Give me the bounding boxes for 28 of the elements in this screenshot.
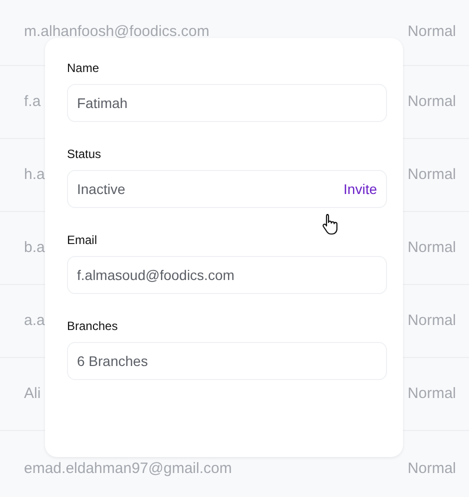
user-email: m.alhanfoosh@foodics.com <box>24 22 210 42</box>
input-field[interactable]: f.almasoud@foodics.com <box>67 256 387 294</box>
user-role: Normal <box>408 92 456 112</box>
user-email: b.a <box>24 238 45 258</box>
field-value: f.almasoud@foodics.com <box>77 266 234 284</box>
field-label: Branches <box>67 318 118 334</box>
user-role: Normal <box>408 238 456 258</box>
user-role: Normal <box>408 22 456 42</box>
user-email: f.a <box>24 92 41 112</box>
user-role: Normal <box>408 310 456 331</box>
user-email: Ali <box>24 384 41 404</box>
user-role: Normal <box>408 384 456 404</box>
user-role: Normal <box>408 458 456 479</box>
field-value: Inactive <box>77 180 126 198</box>
input-field[interactable]: Inactive Invite <box>67 170 387 208</box>
field-label: Name <box>67 60 100 76</box>
user-email: a.a <box>24 310 45 331</box>
input-field[interactable]: 6 Branches <box>67 342 387 380</box>
input-field[interactable]: Fatimah <box>67 84 387 122</box>
hand-cursor-icon <box>322 213 340 235</box>
field-value: 6 Branches <box>77 352 148 370</box>
field-label: Email <box>67 232 98 248</box>
field-label: Status <box>67 146 102 162</box>
user-email: emad.eldahman97@gmail.com <box>24 458 232 479</box>
user-role: Normal <box>408 164 456 185</box>
user-email: h.a <box>24 164 45 185</box>
field-value: Fatimah <box>77 94 128 112</box>
invite-link[interactable]: Invite <box>344 178 377 200</box>
